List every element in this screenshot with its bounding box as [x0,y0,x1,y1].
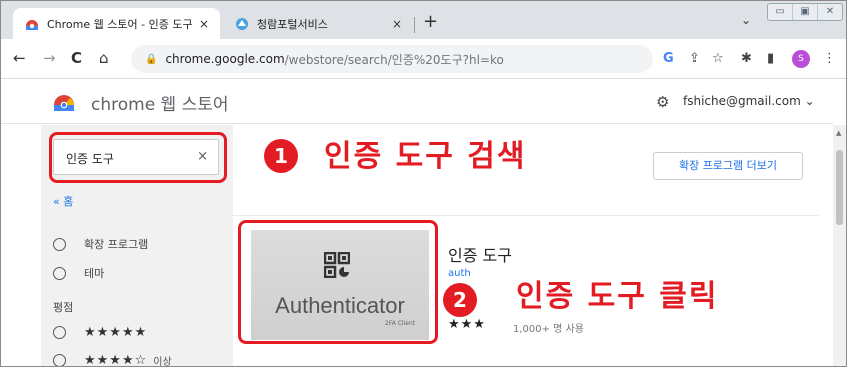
radio-button[interactable] [53,237,66,251]
rating-stars: ★★★★☆ [84,353,148,367]
close-window-button[interactable]: ✕ [818,4,842,20]
callout-click: 인증 도구 클릭 [498,265,737,321]
page-scrollbar[interactable]: ▲ [833,125,846,366]
rating-five-stars[interactable]: ★★★★★ [53,325,147,340]
tab-webstore[interactable]: Chrome 웹 스토어 - 인증 도구 × [13,8,220,39]
step-badge-2: 2 [443,283,477,317]
home-link[interactable]: « 홈 [53,193,73,209]
reload-icon[interactable]: C [71,49,82,67]
rating-heading: 평점 [53,301,74,314]
callout-search: 인증 도구 검색 [306,125,545,181]
close-tab-icon[interactable]: × [389,17,405,31]
filter-extensions[interactable]: 확장 프로그램 [53,236,148,252]
minimize-button[interactable]: ▭ [768,4,793,20]
maximize-button[interactable]: ▣ [793,4,818,20]
google-translate-icon[interactable]: G [663,51,674,66]
radio-button[interactable] [53,354,66,366]
portal-favicon-icon [236,17,248,30]
store-name[interactable]: chrome 웹 스토어 [91,90,229,115]
scrollbar-thumb[interactable] [836,150,843,225]
url-host: chrome.google.com [165,52,285,66]
extension-publisher[interactable]: auth [448,268,471,279]
rating-suffix: 이상 [153,357,172,367]
browser-window: Chrome 웹 스토어 - 인증 도구 × 청람포털서비스 × + ⌄ ▭ ▣… [0,0,847,367]
tab-title: Chrome 웹 스토어 - 인증 도구 [47,17,193,31]
window-controls: ▭ ▣ ✕ [767,3,843,21]
webstore-favicon-icon [26,19,38,30]
share-icon[interactable]: ⇪ [689,51,700,66]
gear-icon[interactable]: ⚙ [656,93,669,111]
step-badge-1: 1 [264,139,298,173]
tab-search-icon[interactable]: ⌄ [741,13,751,27]
url-path: /webstore/search/인증%20도구?hl=ko [284,52,504,67]
radio-button[interactable] [53,326,66,339]
back-arrow-icon[interactable]: ← [13,49,26,67]
home-icon[interactable]: ⌂ [99,49,109,67]
search-highlight-box [49,132,227,183]
tab-strip: Chrome 웹 스토어 - 인증 도구 × 청람포털서비스 × + ⌄ ▭ ▣… [1,1,846,39]
tab-portal[interactable]: 청람포털서비스 × [223,8,413,39]
side-panel-icon[interactable]: ▮ [767,51,774,66]
rating-stars: ★★★★★ [84,325,148,340]
store-header: chrome 웹 스토어 ⚙ fshiche@gmail.com ⌄ [1,80,833,124]
rating-four-stars[interactable]: ★★★★☆ 이상 [53,353,172,367]
tab-divider [414,17,415,33]
forward-arrow-icon[interactable]: → [43,49,56,67]
menu-kebab-icon[interactable]: ⋮ [823,51,836,66]
lock-icon[interactable]: 🔒 [145,54,157,65]
filter-themes[interactable]: 테마 [53,265,104,281]
radio-button[interactable] [53,266,66,280]
user-count: 1,000+ 명 사용 [513,324,584,335]
scroll-up-icon[interactable]: ▲ [836,129,841,137]
close-tab-icon[interactable]: × [196,17,212,31]
filter-label: 확장 프로그램 [84,238,149,251]
profile-avatar[interactable]: S [792,50,810,68]
extensions-puzzle-icon[interactable]: ✱ [741,51,752,66]
webstore-logo-icon[interactable] [53,93,75,111]
bookmark-star-icon[interactable]: ☆ [712,51,724,66]
account-email[interactable]: fshiche@gmail.com ⌄ [683,94,815,108]
extension-rating: ★★★ [448,317,486,332]
tab-title: 청람포털서비스 [257,17,328,31]
extension-title[interactable]: 인증 도구 [448,242,512,266]
more-extensions-button[interactable]: 확장 프로그램 더보기 [653,152,803,180]
new-tab-button[interactable]: + [423,11,438,32]
filter-label: 테마 [84,267,105,280]
address-bar[interactable]: 🔒 chrome.google.com/webstore/search/인증%2… [131,45,653,73]
browser-toolbar: ← → C ⌂ 🔒 chrome.google.com/webstore/sea… [1,39,846,79]
result-highlight-box [238,220,438,344]
